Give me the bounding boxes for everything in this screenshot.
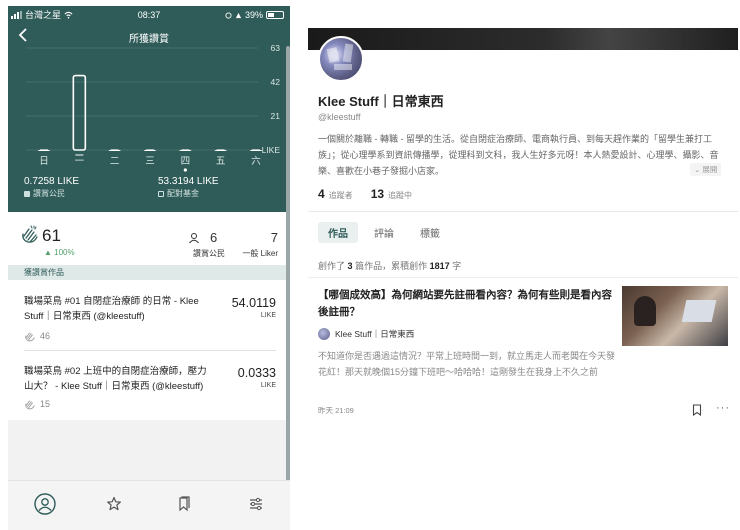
- matched-like-value: 53.3194 LIKE: [158, 176, 219, 187]
- article-author[interactable]: Klee Stuff｜日常東西: [318, 328, 414, 340]
- star-icon: [107, 496, 121, 511]
- x-tick-label: 二: [110, 156, 120, 167]
- battery-icon: [266, 11, 284, 19]
- clap-change: ▲ 100%: [44, 248, 75, 257]
- works-summary: 創作了 3 篇作品，累積創作 1817 字: [318, 261, 462, 271]
- tab-profile[interactable]: [32, 491, 58, 517]
- profile-handle: @kleestuff: [318, 112, 361, 122]
- civic-liker-label: 讚賞公民: [193, 249, 225, 258]
- x-tick-label: 日: [39, 156, 49, 167]
- works-section-title: 獲讚賞作品: [8, 265, 290, 280]
- status-bar-right: 39%: [225, 9, 284, 21]
- work-title[interactable]: 職場菜鳥 #02 上班中的自閉症治療師，壓力山大？ - Klee Stuff｜日…: [24, 364, 216, 394]
- weekly-likes-chart: 63 42 21 LIKE 日 一 二 三 四 五 六: [26, 43, 281, 172]
- scrollbar[interactable]: [286, 46, 290, 486]
- y-tick-label: 42: [271, 77, 281, 87]
- civic-like-summary: 0.7258 LIKE 讚賞公民: [24, 176, 79, 199]
- article-thumbnail[interactable]: [622, 286, 728, 346]
- tab-comments[interactable]: 評論: [364, 222, 404, 243]
- liked-works-list: 職場菜鳥 #01 自閉症治療師 的日常 - Klee Stuff｜日常東西 (@…: [8, 280, 290, 420]
- chars-count: 1817: [429, 261, 450, 271]
- work-like-unit: LIKE: [260, 382, 276, 389]
- screen: 台灣之星 08:37 39% 所獲讚賞 63 42 21 LIKE 日一二三四五六 0.…: [0, 0, 740, 530]
- profile-bio: 一個關於離職 - 轉職 - 留學的生活。從自閉症治療師、電商執行員、到每天趕作業…: [318, 134, 719, 176]
- follow-stats: 4 追蹤者 13 追蹤中: [318, 187, 426, 201]
- divider: [24, 350, 276, 351]
- tab-bookmarks[interactable]: [171, 491, 197, 517]
- sliders-icon: [250, 497, 262, 511]
- bookmark-button[interactable]: [692, 403, 702, 421]
- clap-total: 61: [42, 226, 61, 245]
- work-like-value: 54.0119: [231, 296, 276, 310]
- work-like-unit: LIKE: [260, 312, 276, 319]
- bookmarks-icon: [179, 496, 190, 512]
- author-name: Klee Stuff｜日常東西: [335, 329, 415, 339]
- matched-like-summary: 53.3194 LIKE 配對基金: [158, 176, 219, 199]
- civic-like-value: 0.7258 LIKE: [24, 176, 80, 187]
- divider: [308, 277, 738, 278]
- profile-name: Klee Stuff｜日常東西: [318, 94, 444, 109]
- avatar[interactable]: [318, 36, 364, 82]
- expand-bio-button[interactable]: ⌄ 展開: [690, 163, 722, 176]
- following-label[interactable]: 追蹤中: [388, 190, 412, 201]
- x-tick-label: 四: [181, 156, 191, 167]
- y-tick-label: 21: [271, 111, 281, 121]
- clap-icon: [22, 225, 38, 243]
- up-arrow-icon: ▲: [44, 248, 52, 257]
- work-like-value: 0.0333: [237, 366, 276, 380]
- chevron-down-icon: ⌄: [694, 165, 701, 174]
- person-icon: [189, 233, 199, 244]
- profile-cover: [308, 28, 738, 50]
- followers-count[interactable]: 4: [318, 187, 325, 201]
- clap-icon: [25, 400, 35, 410]
- bottom-tab-bar: [8, 480, 290, 530]
- tab-works[interactable]: 作品: [318, 222, 358, 243]
- matched-like-label: 配對基金: [167, 189, 199, 198]
- x-tick-label: 六: [251, 155, 261, 167]
- works-count: 3: [347, 261, 353, 271]
- more-icon: ···: [716, 402, 730, 414]
- x-tick-label: 三: [145, 156, 155, 167]
- x-tick-label: 五: [216, 156, 226, 167]
- tab-following[interactable]: [101, 491, 127, 517]
- location-icon: [225, 11, 232, 19]
- tab-tags[interactable]: 標籤: [410, 222, 450, 243]
- work-clap-count: 15: [40, 399, 51, 409]
- bookmark-icon: [692, 404, 702, 417]
- author-avatar: [318, 328, 330, 340]
- followers-label[interactable]: 追蹤者: [329, 190, 353, 201]
- likes-app-panel: 台灣之星 08:37 39% 所獲讚賞 63 42 21 LIKE 日一二三四五六 0.…: [8, 6, 290, 530]
- person-circle-icon: [34, 493, 56, 515]
- work-title[interactable]: 職場菜鳥 #01 自閉症治療師 的日常 - Klee Stuff｜日常東西 (@…: [24, 294, 216, 324]
- clap-icon: [25, 332, 35, 342]
- chart-bar: [72, 74, 87, 151]
- general-liker-count: 7: [270, 230, 278, 245]
- divider: [308, 211, 738, 212]
- battery-percent: 39%: [244, 10, 263, 20]
- alarm-icon: [235, 12, 242, 18]
- profile-panel: Klee Stuff｜日常東西 @kleestuff 一個關於離職 - 轉職 -…: [308, 28, 738, 428]
- civic-like-label: 讚賞公民: [33, 189, 65, 198]
- y-tick-label: LIKE: [262, 145, 281, 155]
- selected-day-dot: [183, 168, 187, 172]
- general-liker-label: 一般 Liker: [242, 249, 278, 258]
- following-count[interactable]: 13: [371, 187, 384, 201]
- work-clap-count: 46: [40, 331, 51, 341]
- civic-legend-swatch: [24, 190, 30, 197]
- tab-settings[interactable]: [243, 491, 269, 517]
- general-liker-stat: 7 一般 Liker: [234, 230, 278, 259]
- more-options-button[interactable]: ···: [716, 402, 730, 414]
- article-excerpt[interactable]: 不知道你是否遇過這情況？平常上班時間一到，就立馬走人而老闆在今天發花紅！那天就晚…: [318, 348, 618, 380]
- matched-legend-swatch: [158, 190, 164, 197]
- y-tick-label: 63: [271, 43, 281, 53]
- likes-header-area: 台灣之星 08:37 39% 所獲讚賞 63 42 21 LIKE 日一二三四五六 0.…: [8, 6, 290, 212]
- x-tick-label: 一: [75, 156, 85, 167]
- civic-liker-count: 6: [210, 230, 218, 245]
- profile-tabs: 作品 評論 標籤: [318, 222, 450, 243]
- article-title[interactable]: 【哪個成效高】為何網站要先註冊看內容？為何有些則是看內容後註冊？: [318, 287, 618, 321]
- stats-row: 61 ▲ 100% 6 讚賞公民 7 一般 Liker: [8, 212, 290, 266]
- article-time: 昨天 21:09: [318, 406, 354, 415]
